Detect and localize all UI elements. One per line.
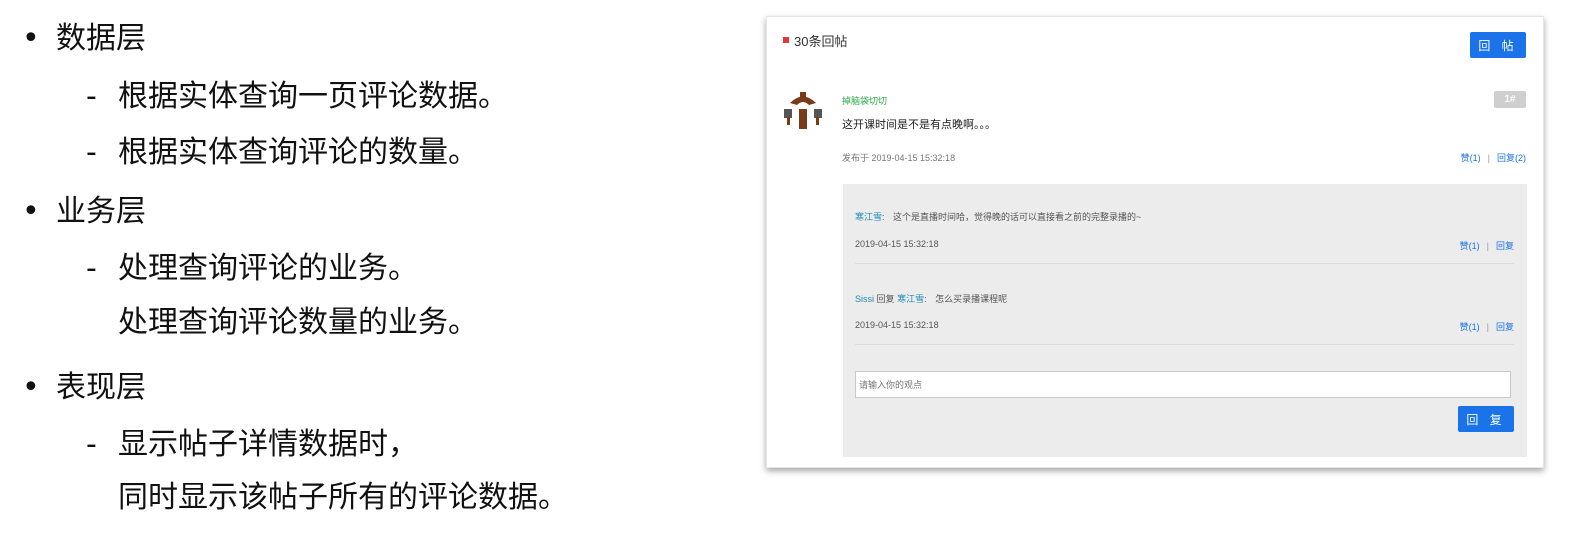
reply-actions: 赞(1) | 回复 <box>1460 320 1514 333</box>
avatar[interactable] <box>782 90 824 132</box>
reply-count-title: 30条回帖 <box>794 34 848 49</box>
reply-area: 寒江雪: 这个是直播时间哈，觉得晚的话可以直接看之前的完整录播的~ 2019-0… <box>843 184 1527 457</box>
bullet-icon: • <box>22 194 40 229</box>
reply-word: 回复 <box>876 294 895 304</box>
outline-item: - 显示帖子详情数据时， <box>86 425 418 465</box>
bullet-icon: • <box>22 21 40 56</box>
outline-item-text: 处理查询评论的业务。 <box>118 251 418 286</box>
reply-link[interactable]: 回复(2) <box>1497 153 1526 163</box>
reply-divider <box>855 263 1514 264</box>
reply-user[interactable]: Sissi <box>855 294 874 304</box>
post-actions: 赞(1) | 回复(2) <box>1461 151 1526 164</box>
section-title: 表现层 <box>56 370 146 405</box>
reply-time: 2019-04-15 15:32:18 <box>855 320 939 330</box>
section-heading: • 数据层 <box>22 19 146 59</box>
bullet-icon: • <box>22 370 40 405</box>
like-link[interactable]: 赞(1) <box>1460 241 1480 251</box>
section-heading: • 业务层 <box>22 192 146 232</box>
like-link[interactable]: 赞(1) <box>1460 322 1480 332</box>
reply-time: 2019-04-15 15:32:18 <box>855 239 939 249</box>
outline-item: - 根据实体查询评论的数量。 <box>86 133 478 173</box>
reply-text: 寒江雪: 这个是直播时间哈，觉得晚的话可以直接看之前的完整录播的~ <box>855 210 1141 223</box>
reply-content: 怎么买录播课程呢 <box>935 294 1008 304</box>
post-author[interactable]: 掉脑袋切切 <box>842 94 887 107</box>
header-marker-icon <box>783 37 789 43</box>
outline-item-text: 处理查询评论数量的业务。 <box>118 305 478 340</box>
dash-icon: - <box>86 427 97 462</box>
dash-icon: - <box>86 135 97 170</box>
outline-item-text: 同时显示该帖子所有的评论数据。 <box>118 480 568 515</box>
reply-colon: : <box>882 212 885 222</box>
dash-icon: - <box>86 251 97 286</box>
separator: | <box>1486 322 1489 332</box>
section-title: 数据层 <box>56 21 146 56</box>
reply-text: Sissi 回复 寒江雪: 怎么买录播课程呢 <box>855 292 1007 305</box>
floor-badge: 1# <box>1494 91 1526 108</box>
reply-user[interactable]: 寒江雪 <box>855 212 882 222</box>
reply-actions: 赞(1) | 回复 <box>1460 239 1514 252</box>
reply-link[interactable]: 回复 <box>1496 241 1514 251</box>
outline-item: - 根据实体查询一页评论数据。 <box>86 77 508 117</box>
reply-content: 这个是直播时间哈，觉得晚的话可以直接看之前的完整录播的~ <box>893 212 1142 222</box>
separator: | <box>1486 241 1489 251</box>
like-link[interactable]: 赞(1) <box>1461 153 1481 163</box>
reply-link[interactable]: 回复 <box>1496 322 1514 332</box>
reply-colon: : <box>924 294 927 304</box>
post-content: 这开课时间是不是有点晚啊。。。 <box>842 119 996 131</box>
reply-input[interactable] <box>855 371 1511 398</box>
post-time: 发布于 2019-04-15 15:32:18 <box>842 153 956 163</box>
submit-reply-button[interactable]: 回 复 <box>1458 406 1514 432</box>
outline-item-text: 显示帖子详情数据时， <box>118 427 418 462</box>
outline-item-text: 根据实体查询一页评论数据。 <box>118 79 508 114</box>
outline-item-text: 根据实体查询评论的数量。 <box>118 135 478 170</box>
outline-item: - 处理查询评论的业务。 <box>86 249 418 289</box>
section-title: 业务层 <box>56 194 146 229</box>
section-heading: • 表现层 <box>22 368 146 408</box>
outline: • 数据层 - 根据实体查询一页评论数据。 - 根据实体查询评论的数量。 • 业… <box>0 0 740 543</box>
reply-divider <box>855 344 1514 345</box>
reply-target[interactable]: 寒江雪 <box>897 294 924 304</box>
post-reply-button[interactable]: 回 帖 <box>1470 32 1526 58</box>
separator: | <box>1487 153 1490 163</box>
dash-icon: - <box>86 79 97 114</box>
comments-panel: 30条回帖 回 帖 掉脑袋切切 1# 这开课时间是不是有点晚啊。。。 发布于 2… <box>766 16 1544 468</box>
